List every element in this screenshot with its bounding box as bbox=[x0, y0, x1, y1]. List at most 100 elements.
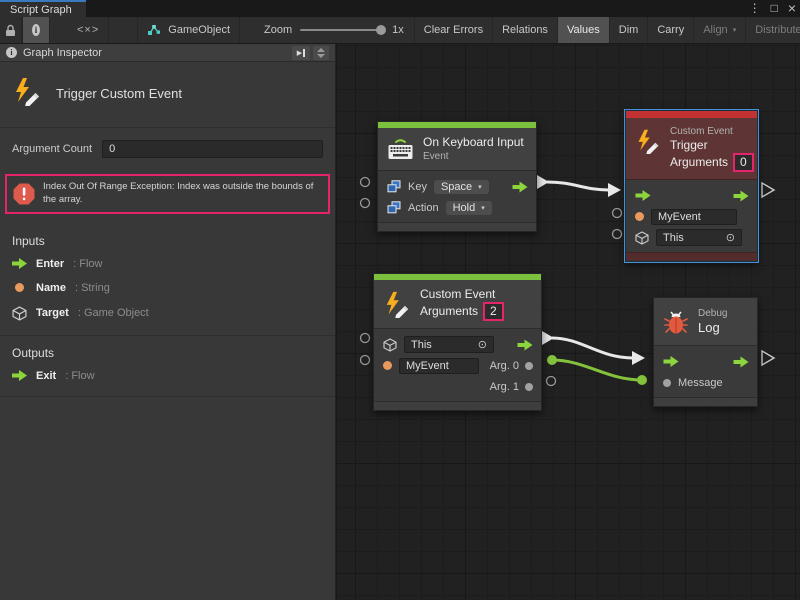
zoom-value: 1x bbox=[392, 24, 404, 36]
arg0-port[interactable] bbox=[525, 362, 533, 370]
panel-scroll-buttons[interactable] bbox=[313, 46, 329, 60]
graph-canvas[interactable]: On Keyboard Input Event Key Space ▾ bbox=[337, 44, 800, 600]
wire-keyboard-to-trigger[interactable] bbox=[537, 175, 621, 197]
carry-button[interactable]: Carry bbox=[648, 17, 694, 43]
object-picker-icon[interactable]: ⊙ bbox=[726, 231, 735, 244]
zoom-control: Zoom 1x bbox=[254, 17, 414, 43]
lock-icon bbox=[5, 24, 16, 37]
maximize-icon[interactable]: □ bbox=[771, 0, 778, 17]
flow-out-port[interactable] bbox=[733, 190, 749, 201]
clear-errors-button[interactable]: Clear Errors bbox=[414, 17, 493, 43]
argument-count-row: Argument Count bbox=[0, 128, 335, 168]
action-dropdown[interactable]: Hold ▾ bbox=[446, 201, 492, 215]
flow-out-port[interactable] bbox=[512, 181, 528, 192]
bug-icon bbox=[663, 309, 689, 335]
error-box: Index Out Of Range Exception: Index was … bbox=[5, 174, 330, 214]
target-field[interactable]: This ⊙ bbox=[656, 229, 742, 246]
error-color-bar bbox=[626, 111, 757, 118]
object-picker-icon[interactable]: ⊙ bbox=[478, 338, 487, 351]
message-row: Message bbox=[654, 372, 757, 393]
chevron-down-icon: ▾ bbox=[478, 183, 482, 191]
distribute-button[interactable]: Distribute▾ bbox=[746, 17, 800, 43]
arg1-row: Arg. 1 bbox=[374, 376, 541, 397]
window-menu-icon[interactable]: ⋮ bbox=[749, 0, 761, 17]
outputs-section-heading: Outputs bbox=[0, 336, 335, 364]
window-tab-bar: Script Graph ⋮ □ × bbox=[0, 0, 800, 17]
event-name-field[interactable]: MyEvent bbox=[399, 358, 479, 374]
string-dot-icon bbox=[635, 212, 644, 221]
cube-icon bbox=[12, 306, 27, 321]
flow-continue-icon bbox=[762, 183, 774, 197]
zoom-slider[interactable] bbox=[300, 29, 384, 31]
inspector-toggle-button[interactable]: i bbox=[22, 17, 50, 43]
port-circle-arg1[interactable] bbox=[547, 377, 556, 386]
node-footer bbox=[378, 222, 536, 231]
graph-owner[interactable]: GameObject bbox=[137, 17, 240, 43]
port-circle[interactable] bbox=[361, 178, 370, 187]
string-dot-icon bbox=[15, 283, 24, 292]
cube-icon bbox=[383, 338, 397, 352]
dock-panel-icon[interactable]: ▶ bbox=[292, 46, 310, 60]
arg1-port[interactable] bbox=[525, 383, 533, 391]
inputs-section-heading: Inputs bbox=[0, 224, 335, 252]
action-row: Action Hold ▾ bbox=[378, 197, 536, 218]
arguments-line: Arguments 0 bbox=[670, 153, 754, 172]
dim-button[interactable]: Dim bbox=[610, 17, 649, 43]
node-debug-log[interactable]: Debug Log Message bbox=[653, 297, 758, 407]
flow-row bbox=[654, 351, 757, 372]
flow-in-port[interactable] bbox=[635, 190, 651, 201]
port-circle[interactable] bbox=[361, 356, 370, 365]
arguments-error-badge: 0 bbox=[733, 153, 754, 172]
enum-icon bbox=[387, 201, 401, 214]
node-custom-event[interactable]: Custom Event Arguments 2 This ⊙ bbox=[373, 273, 542, 411]
argument-count-input[interactable] bbox=[102, 140, 323, 158]
flow-out-port[interactable] bbox=[517, 339, 533, 350]
flow-out-port[interactable] bbox=[733, 356, 749, 367]
lock-button[interactable] bbox=[0, 17, 22, 43]
node-footer bbox=[374, 401, 541, 410]
key-dropdown[interactable]: Space ▾ bbox=[434, 180, 489, 194]
inspector-header-title: Graph Inspector bbox=[23, 47, 102, 59]
flow-row bbox=[626, 185, 757, 206]
key-label: Key bbox=[408, 181, 427, 193]
custom-event-icon bbox=[383, 290, 411, 318]
chevron-down-icon: ▾ bbox=[481, 204, 485, 212]
port-circle[interactable] bbox=[361, 334, 370, 343]
script-graph-icon bbox=[147, 24, 161, 36]
custom-event-icon bbox=[12, 76, 42, 111]
port-circle[interactable] bbox=[361, 199, 370, 208]
scroll-down-icon[interactable] bbox=[317, 54, 325, 58]
relations-button[interactable]: Relations bbox=[493, 17, 558, 43]
target-field[interactable]: This ⊙ bbox=[404, 336, 494, 353]
event-name-field[interactable]: MyEvent bbox=[651, 209, 737, 225]
scroll-up-icon[interactable] bbox=[317, 48, 325, 52]
message-port[interactable] bbox=[663, 379, 671, 387]
info-icon: i bbox=[32, 24, 40, 36]
chevron-down-icon: ▾ bbox=[733, 26, 737, 34]
node-title: Trigger bbox=[670, 138, 754, 153]
port-circle[interactable] bbox=[613, 230, 622, 239]
align-button[interactable]: Align▾ bbox=[694, 17, 746, 43]
error-octagon-icon bbox=[13, 183, 35, 205]
inspector-header: i Graph Inspector ▶ bbox=[0, 44, 335, 62]
values-button[interactable]: Values bbox=[558, 17, 610, 43]
graph-toolbar: i <×> GameObject Zoom 1x Clear Errors Re… bbox=[0, 17, 800, 44]
arguments-error-badge: 2 bbox=[483, 302, 504, 321]
arg0-label: Arg. 0 bbox=[490, 360, 519, 372]
unit-title-block: Trigger Custom Event bbox=[0, 62, 335, 128]
flow-arrow-icon bbox=[12, 370, 27, 381]
arg0-port-group: Arg. 0 bbox=[490, 360, 533, 372]
node-title: On Keyboard Input bbox=[423, 135, 524, 150]
flow-in-port[interactable] bbox=[663, 356, 679, 367]
tab-script-graph[interactable]: Script Graph bbox=[0, 0, 86, 17]
keyboard-icon bbox=[387, 137, 414, 161]
string-dot-icon bbox=[383, 361, 392, 370]
node-trigger-custom-event[interactable]: Custom Event Trigger Arguments 0 bbox=[625, 110, 758, 262]
code-preview-button[interactable]: <×> bbox=[68, 17, 109, 43]
key-row: Key Space ▾ bbox=[378, 176, 536, 197]
node-on-keyboard-input[interactable]: On Keyboard Input Event Key Space ▾ bbox=[377, 121, 537, 232]
close-icon[interactable]: × bbox=[788, 0, 796, 17]
zoom-slider-handle[interactable] bbox=[376, 25, 386, 35]
message-label: Message bbox=[678, 377, 723, 389]
port-circle[interactable] bbox=[613, 209, 622, 218]
